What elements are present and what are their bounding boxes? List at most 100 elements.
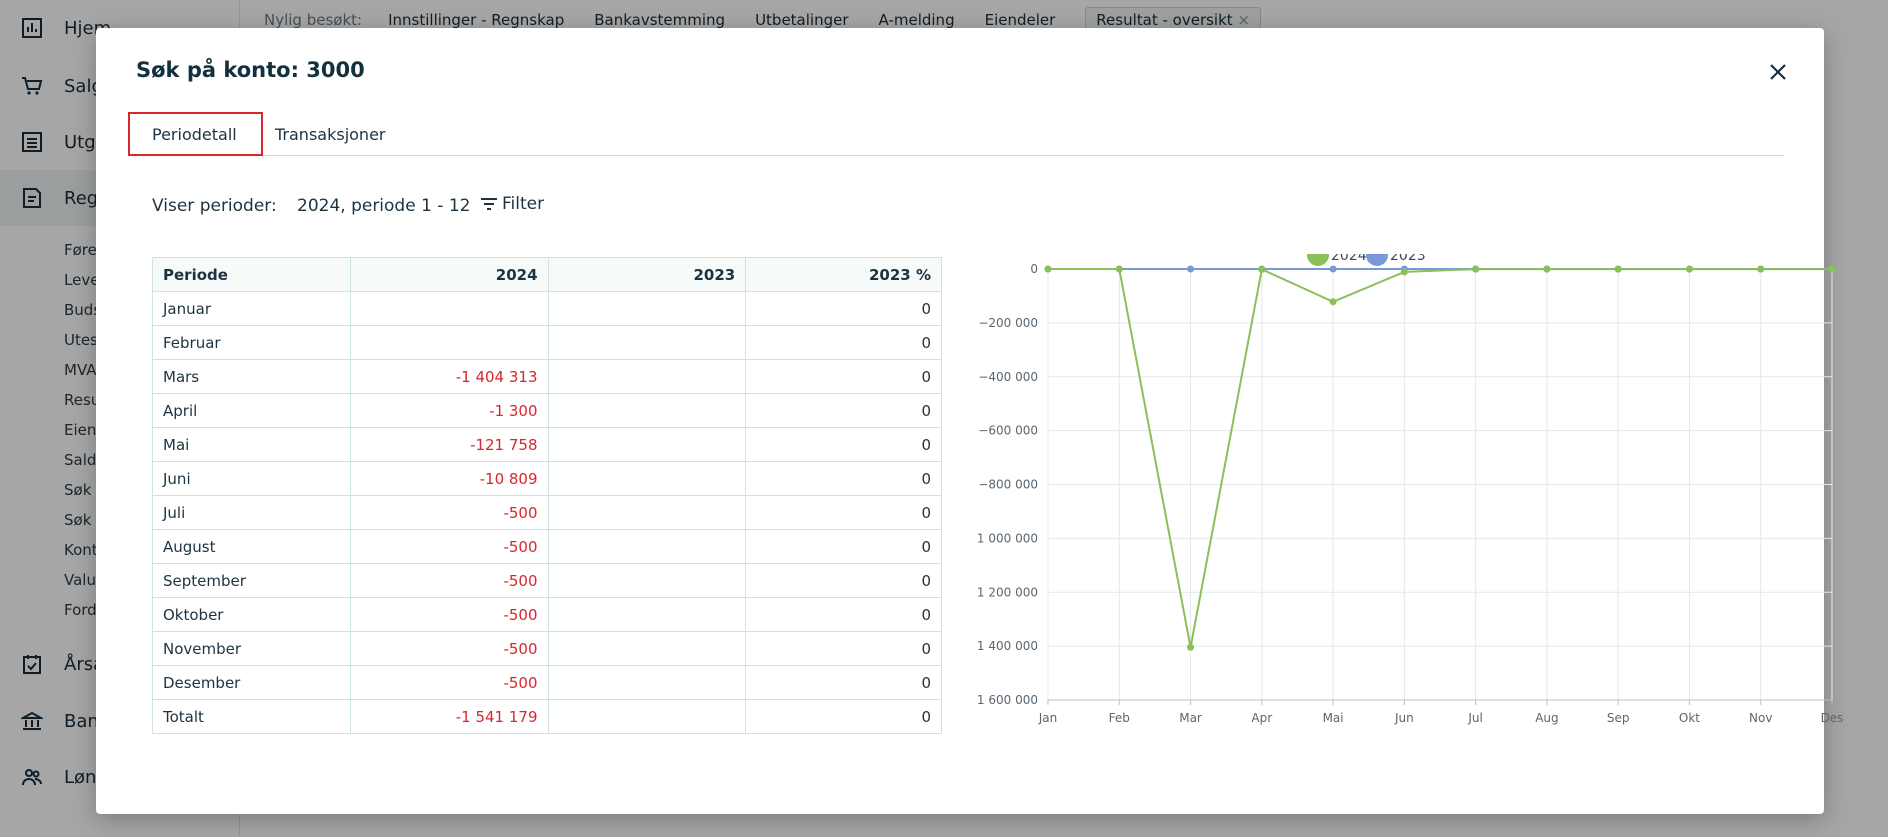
y-tick-label: −1 600 000 xyxy=(976,693,1038,707)
account-search-modal: Søk på konto: 3000 Periodetall Transaksj… xyxy=(96,28,1843,814)
column-header[interactable]: 2024 xyxy=(349,257,549,292)
table-cell xyxy=(547,665,747,700)
tab-bar: Periodetall Transaksjoner xyxy=(128,112,1784,156)
y-tick-label: −600 000 xyxy=(978,424,1038,438)
series-line-2024 xyxy=(1048,267,1832,648)
table-cell xyxy=(349,291,549,326)
table-row[interactable]: April -1 300 0 xyxy=(152,393,942,428)
table-cell: Desember xyxy=(152,665,351,700)
table-cell: -500 xyxy=(349,597,549,632)
table-row[interactable]: Oktober -500 0 xyxy=(152,597,942,632)
table-cell xyxy=(547,427,747,462)
x-tick-label: Jun xyxy=(1394,711,1414,725)
x-tick-label: Jul xyxy=(1467,711,1482,725)
table-cell: 0 xyxy=(745,291,942,326)
table-cell: -500 xyxy=(349,495,549,530)
table-row[interactable]: November -500 0 xyxy=(152,631,942,666)
table-row[interactable]: Desember -500 0 xyxy=(152,665,942,700)
table-cell: September xyxy=(152,563,351,598)
table-cell: -500 xyxy=(349,563,549,598)
tab-transaksjoner[interactable]: Transaksjoner xyxy=(275,112,385,156)
y-tick-label: −1 400 000 xyxy=(976,639,1038,653)
legend-label: 2023 xyxy=(1390,254,1426,264)
data-point-2024 xyxy=(1115,265,1123,273)
column-header[interactable]: Periode xyxy=(152,257,351,292)
period-table: Periode 2024 2023 2023 % Januar 0 Februar… xyxy=(152,257,942,734)
table-row[interactable]: September -500 0 xyxy=(152,563,942,598)
table-cell: Juli xyxy=(152,495,351,530)
modal-title: Søk på konto: 3000 xyxy=(136,58,365,82)
table-cell: August xyxy=(152,529,351,564)
legend-marker-2023 xyxy=(1366,254,1388,266)
data-point-2024 xyxy=(1400,268,1408,276)
data-point-2023 xyxy=(1329,265,1337,273)
x-tick-label: Des xyxy=(1821,711,1844,725)
table-row[interactable]: Februar 0 xyxy=(152,325,942,360)
table-row[interactable]: Juni -10 809 0 xyxy=(152,461,942,496)
table-cell: -121 758 xyxy=(349,427,549,462)
data-point-2023 xyxy=(1187,265,1195,273)
filter-label: Filter xyxy=(502,194,545,214)
data-point-2024 xyxy=(1543,265,1551,273)
data-point-2024 xyxy=(1044,265,1052,273)
filter-icon xyxy=(481,198,497,210)
table-cell: 0 xyxy=(745,495,942,530)
table-row[interactable]: Mars -1 404 313 0 xyxy=(152,359,942,394)
table-row[interactable]: Mai -121 758 0 xyxy=(152,427,942,462)
table-cell: 0 xyxy=(745,665,942,700)
x-tick-label: Jan xyxy=(1038,711,1058,725)
table-cell: November xyxy=(152,631,351,666)
table-cell: -500 xyxy=(349,665,549,700)
table-cell: Mai xyxy=(152,427,351,462)
table-total-row[interactable]: Totalt -1 541 179 0 xyxy=(152,699,942,734)
data-point-2024 xyxy=(1757,265,1765,273)
period-line-chart: 0 −200 000 −400 000 −600 000 −800 000 −1 000 … xyxy=(976,254,1844,725)
periods-label: Viser perioder: xyxy=(152,196,277,216)
table-header-row: Periode 2024 2023 2023 % xyxy=(152,257,942,292)
table-cell: 0 xyxy=(745,325,942,360)
x-tick-label: Okt xyxy=(1679,711,1700,725)
data-point-2024 xyxy=(1472,265,1480,273)
table-cell xyxy=(547,529,747,564)
table-cell: 0 xyxy=(745,529,942,564)
data-point-2024 xyxy=(1187,643,1195,651)
x-tick-label: Nov xyxy=(1749,711,1772,725)
table-cell xyxy=(547,359,747,394)
close-button[interactable] xyxy=(1764,58,1792,86)
table-cell xyxy=(547,461,747,496)
column-header[interactable]: 2023 % xyxy=(745,257,942,292)
table-cell: -1 541 179 xyxy=(349,699,549,734)
table-row[interactable]: Juli -500 0 xyxy=(152,495,942,530)
close-icon xyxy=(1770,64,1786,80)
table-cell: 0 xyxy=(745,427,942,462)
table-cell: Mars xyxy=(152,359,351,394)
x-tick-label: Sep xyxy=(1607,711,1630,725)
table-cell: 0 xyxy=(745,597,942,632)
legend-marker-2024 xyxy=(1307,254,1329,266)
table-cell: 0 xyxy=(745,461,942,496)
table-cell xyxy=(547,699,747,734)
data-point-2024 xyxy=(1685,265,1693,273)
filter-button[interactable]: Filter xyxy=(480,190,544,218)
table-cell: -1 300 xyxy=(349,393,549,428)
column-header[interactable]: 2023 xyxy=(547,257,747,292)
table-cell xyxy=(349,325,549,360)
tab-periodetall[interactable]: Periodetall xyxy=(128,112,263,156)
tab-label: Periodetall xyxy=(152,124,237,144)
table-cell: April xyxy=(152,393,351,428)
table-cell: Juni xyxy=(152,461,351,496)
table-row[interactable]: Januar 0 xyxy=(152,291,942,326)
table-cell: 0 xyxy=(745,563,942,598)
table-row[interactable]: August -500 0 xyxy=(152,529,942,564)
table-cell: Februar xyxy=(152,325,351,360)
table-cell xyxy=(547,495,747,530)
x-tick-label: Feb xyxy=(1109,711,1130,725)
tab-label: Transaksjoner xyxy=(275,124,386,144)
data-point-2024 xyxy=(1828,265,1836,273)
table-cell: Oktober xyxy=(152,597,351,632)
table-cell: 0 xyxy=(745,631,942,666)
y-tick-label: 0 xyxy=(1030,262,1038,276)
data-point-2024 xyxy=(1258,265,1266,273)
table-cell xyxy=(547,597,747,632)
table-cell: -1 404 313 xyxy=(349,359,549,394)
